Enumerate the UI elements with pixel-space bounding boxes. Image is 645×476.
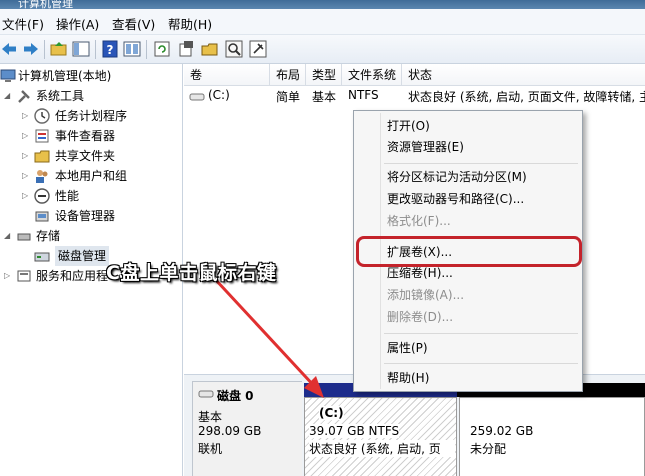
menu-item-help[interactable]: 帮助(H) xyxy=(387,368,429,388)
show-tree-icon[interactable] xyxy=(72,40,90,58)
menu-view[interactable]: 查看(V) xyxy=(112,14,155,33)
cell-type: 基本 xyxy=(312,90,337,104)
toolbar: ? xyxy=(0,35,645,64)
menu-item-explorer[interactable]: 资源管理器(E) xyxy=(387,137,464,157)
tree-label: 任务计划程序 xyxy=(55,109,128,123)
forward-icon[interactable] xyxy=(22,40,40,58)
tree-label: 性能 xyxy=(55,189,80,203)
annotation-arrow xyxy=(212,276,324,398)
disk-settings-icon[interactable] xyxy=(249,40,267,58)
column-header-filesystem[interactable]: 文件系统 xyxy=(342,64,402,86)
tree-label-selected: 磁盘管理 xyxy=(55,246,110,266)
menu-bar: 文件(F) 操作(A) 查看(V) 帮助(H) xyxy=(0,9,645,35)
menu-help[interactable]: 帮助(H) xyxy=(168,14,212,33)
cell-status: 状态良好 (系统, 启动, 页面文件, 故障转储, 主 xyxy=(408,90,645,104)
collapse-arrow-icon[interactable]: ◢ xyxy=(4,232,12,240)
tree-label: 系统工具 xyxy=(36,89,85,103)
help-icon[interactable]: ? xyxy=(101,40,119,58)
disk-size: 298.09 GB xyxy=(198,424,262,438)
shared-folder-icon xyxy=(34,150,50,163)
device-manager-icon xyxy=(35,211,49,222)
cell-layout: 简单 xyxy=(276,90,301,104)
tree-label: 设备管理器 xyxy=(55,209,116,223)
disk-management-icon xyxy=(34,252,50,262)
menu-item-open[interactable]: 打开(O) xyxy=(387,116,430,136)
event-viewer-icon xyxy=(35,129,49,143)
menu-item-properties[interactable]: 属性(P) xyxy=(387,338,428,358)
tree-label: 存储 xyxy=(36,229,61,243)
menu-separator xyxy=(384,333,578,334)
computer-icon xyxy=(0,69,16,82)
tree-label: 本地用户和组 xyxy=(55,169,128,183)
up-folder-icon[interactable] xyxy=(50,40,68,58)
menu-item-change-drive-letter[interactable]: 更改驱动器号和路径(C)... xyxy=(387,189,524,209)
partition-size: 259.02 GB xyxy=(470,424,534,438)
annotation-caption: C盘上单击鼠标右键 xyxy=(106,262,277,284)
performance-icon xyxy=(34,188,50,204)
open-icon[interactable] xyxy=(201,40,219,58)
toolbar-separator xyxy=(95,40,96,59)
partition-size: 39.07 GB NTFS xyxy=(309,424,400,438)
search-icon[interactable] xyxy=(225,40,243,58)
column-header-row: 卷 布局 类型 文件系统 状态 xyxy=(184,64,645,86)
menu-separator xyxy=(384,163,578,164)
partition-unallocated[interactable]: 259.02 GB 未分配 xyxy=(459,397,645,476)
menu-item-format[interactable]: 格式化(F)... xyxy=(387,211,451,231)
partition-status: 未分配 xyxy=(470,442,507,456)
clock-icon xyxy=(34,108,50,124)
properties-icon[interactable] xyxy=(177,40,195,58)
back-icon[interactable] xyxy=(0,40,18,58)
disk-type: 基本 xyxy=(198,410,223,424)
menu-item-add-mirror[interactable]: 添加镜像(A)... xyxy=(387,285,464,305)
expand-arrow-icon[interactable]: ▷ xyxy=(22,172,30,180)
services-icon xyxy=(17,270,31,282)
refresh-icon[interactable] xyxy=(153,40,171,58)
disk-state: 联机 xyxy=(198,442,223,456)
highlight-box xyxy=(356,236,582,267)
expand-arrow-icon[interactable]: ▷ xyxy=(22,192,30,200)
expand-arrow-icon[interactable]: ▷ xyxy=(4,272,12,280)
menu-separator xyxy=(384,363,578,364)
storage-icon xyxy=(17,233,31,241)
tools-icon xyxy=(18,90,30,103)
window-title: 计算机管理 xyxy=(18,0,73,9)
tree-label: 共享文件夹 xyxy=(55,149,116,163)
column-header-status[interactable]: 状态 xyxy=(402,64,645,86)
toolbar-separator xyxy=(44,40,45,59)
expand-arrow-icon[interactable]: ▷ xyxy=(22,112,30,120)
collapse-arrow-icon[interactable]: ◢ xyxy=(4,92,12,100)
users-icon xyxy=(36,170,48,183)
column-header-volume[interactable]: 卷 xyxy=(184,64,270,86)
menu-file[interactable]: 文件(F) xyxy=(2,14,44,33)
cell-filesystem: NTFS xyxy=(348,88,379,102)
menu-item-mark-active[interactable]: 将分区标记为活动分区(M) xyxy=(387,167,527,187)
partition-status: 状态良好 (系统, 启动, 页 xyxy=(309,440,455,457)
toolbar-separator xyxy=(146,40,147,59)
expand-arrow-icon[interactable]: ▷ xyxy=(22,132,30,140)
tree-label: 服务和应用程 xyxy=(36,269,109,283)
tree-label: 事件查看器 xyxy=(55,129,116,143)
column-header-layout[interactable]: 布局 xyxy=(270,64,306,86)
cell-volume: (C:) xyxy=(208,88,230,102)
drive-icon xyxy=(189,93,205,101)
menu-action[interactable]: 操作(A) xyxy=(56,14,99,33)
help-book-icon[interactable] xyxy=(123,40,141,58)
menu-item-delete-volume[interactable]: 删除卷(D)... xyxy=(387,307,453,327)
expand-arrow-icon[interactable]: ▷ xyxy=(22,152,30,160)
title-bar: 计算机管理 xyxy=(0,0,645,9)
tree-root-label: 计算机管理(本地) xyxy=(18,69,112,83)
column-header-type[interactable]: 类型 xyxy=(306,64,342,86)
svg-text:?: ? xyxy=(107,43,114,57)
